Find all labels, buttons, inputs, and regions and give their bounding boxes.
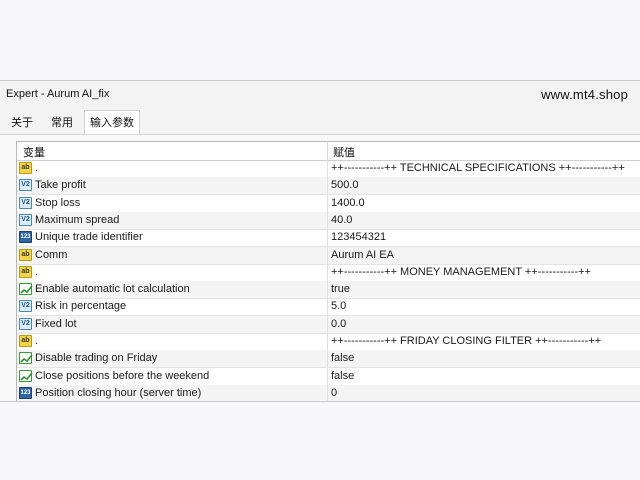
numeric-icon: V2 <box>19 300 32 313</box>
row-value-cell[interactable]: 0 <box>331 387 637 399</box>
row-value-cell[interactable]: ++-----------++ MONEY MANAGEMENT ++-----… <box>331 266 637 278</box>
table-row[interactable]: 123 Unique trade identifier 123454321 <box>17 229 640 248</box>
tab-bar: 关于 常用 输入参数 <box>0 107 640 135</box>
column-divider <box>327 229 328 247</box>
table-row[interactable]: V2 Fixed lot 0.0 <box>17 315 640 334</box>
column-divider <box>327 246 328 264</box>
watermark-text: www.mt4.shop <box>541 87 628 102</box>
numeric-icon: V2 <box>19 317 32 330</box>
row-variable-name: Position closing hour (server time) <box>35 386 202 399</box>
row-value-cell[interactable]: 1400.0 <box>331 197 637 209</box>
column-divider <box>327 194 328 212</box>
numeric-icon: V2 <box>19 213 32 226</box>
column-divider <box>327 333 328 350</box>
table-row[interactable]: 123 Position closing hour (server time) 0 <box>17 384 640 401</box>
table-row[interactable]: ab. ++-----------++ FRIDAY CLOSING FILTER… <box>17 333 640 351</box>
ab-string-icon: ab <box>19 265 32 278</box>
inputs-table: 变量 赋值 ab. ++-----------++ TECHNICAL SPECI… <box>16 141 640 401</box>
column-divider <box>327 384 328 401</box>
table-row[interactable]: ab Comm Aurum AI EA <box>17 246 640 265</box>
row-variable-name: Unique trade identifier <box>35 231 143 244</box>
row-variable-name: Disable trading on Friday <box>35 352 158 365</box>
table-row[interactable]: ab. ++-----------++ MONEY MANAGEMENT ++--… <box>17 263 640 282</box>
row-variable-name: Fixed lot <box>35 317 77 330</box>
row-value-cell[interactable]: false <box>331 370 637 382</box>
row-variable-name: Take profit <box>35 179 86 192</box>
ab-string-icon: ab <box>19 335 32 347</box>
row-variable-name: Comm <box>35 248 68 261</box>
inputs-panel: 变量 赋值 ab. ++-----------++ TECHNICAL SPECI… <box>0 135 640 401</box>
row-variable-name: Stop loss <box>35 196 81 209</box>
row-variable-name: Enable automatic lot calculation <box>35 283 190 296</box>
row-variable-name: Maximum spread <box>35 213 120 226</box>
integer-icon: 123 <box>19 231 32 244</box>
row-variable-name: . <box>35 265 39 278</box>
row-variable-name: . <box>35 162 39 174</box>
column-divider <box>327 350 328 368</box>
boolean-icon <box>19 283 33 296</box>
table-row[interactable]: V2 Risk in percentage 5.0 <box>17 298 640 317</box>
boolean-icon <box>19 369 33 382</box>
title-bar: Expert - Aurum AI_fix www.mt4.shop <box>0 81 640 107</box>
column-divider <box>327 367 328 385</box>
numeric-icon: V2 <box>19 196 32 209</box>
row-value-cell[interactable]: 500.0 <box>331 179 637 191</box>
row-value-cell[interactable]: 5.0 <box>331 300 637 312</box>
tab-inputs[interactable]: 输入参数 <box>84 110 140 135</box>
ab-string-icon: ab <box>19 162 32 174</box>
row-value-cell[interactable]: ++-----------++ TECHNICAL SPECIFICATIONS… <box>331 162 637 174</box>
table-row[interactable]: ab. ++-----------++ TECHNICAL SPECIFICATI… <box>17 160 640 178</box>
table-row[interactable]: Disable trading on Friday false <box>17 350 640 369</box>
numeric-icon: V2 <box>19 179 32 192</box>
column-divider <box>327 211 328 229</box>
row-variable-name: Close positions before the weekend <box>35 369 210 382</box>
header-divider[interactable] <box>327 142 328 160</box>
row-value-cell[interactable]: true <box>331 283 637 295</box>
row-value-cell[interactable]: false <box>331 352 637 364</box>
integer-icon: 123 <box>19 386 32 399</box>
ab-string-icon: ab <box>19 248 32 261</box>
boolean-icon <box>19 352 33 365</box>
tab-common[interactable]: 常用 <box>46 112 78 134</box>
header-variable[interactable]: 变量 <box>23 144 45 160</box>
row-variable-name: Risk in percentage <box>35 300 127 313</box>
header-value[interactable]: 赋值 <box>333 144 355 160</box>
tab-about[interactable]: 关于 <box>6 112 38 134</box>
row-value-cell[interactable]: 0.0 <box>331 318 637 330</box>
column-divider <box>327 177 328 195</box>
row-variable-name: . <box>35 335 39 347</box>
table-row[interactable]: V2 Stop loss 1400.0 <box>17 194 640 213</box>
row-value-cell[interactable]: ++-----------++ FRIDAY CLOSING FILTER ++… <box>331 335 637 347</box>
table-header: 变量 赋值 <box>17 142 640 161</box>
table-row[interactable]: Enable automatic lot calculation true <box>17 281 640 300</box>
table-row[interactable]: V2 Take profit 500.0 <box>17 177 640 196</box>
expert-properties-window: Expert - Aurum AI_fix www.mt4.shop 关于 常用… <box>0 80 640 402</box>
column-divider <box>327 263 328 281</box>
column-divider <box>327 315 328 333</box>
row-value-cell[interactable]: Aurum AI EA <box>331 249 637 261</box>
row-value-cell[interactable]: 40.0 <box>331 214 637 226</box>
window-title: Expert - Aurum AI_fix <box>6 88 110 100</box>
table-row[interactable]: V2 Maximum spread 40.0 <box>17 211 640 230</box>
column-divider <box>327 298 328 316</box>
row-value-cell[interactable]: 123454321 <box>331 231 637 243</box>
column-divider <box>327 160 328 177</box>
column-divider <box>327 281 328 299</box>
table-row[interactable]: Close positions before the weekend false <box>17 367 640 386</box>
